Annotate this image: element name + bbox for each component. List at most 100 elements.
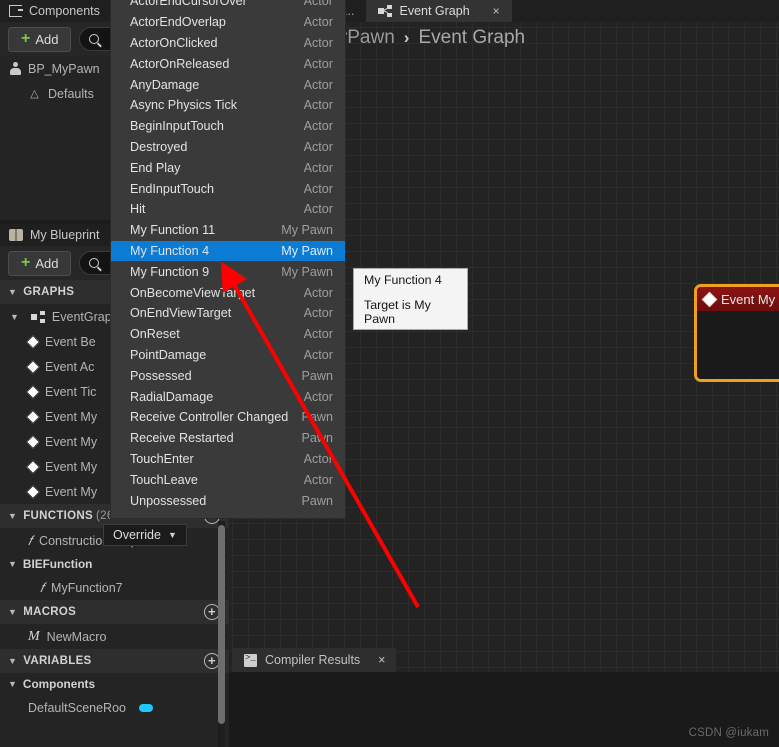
dropdown-item[interactable]: TouchEnter Actor — [111, 449, 345, 470]
list-item-newmacro[interactable]: M NewMacro — [0, 624, 229, 649]
chevron-down-icon: ▼ — [8, 656, 18, 666]
dropdown-item[interactable]: ActorOnReleased Actor — [111, 53, 345, 74]
chevron-down-icon: ▼ — [8, 559, 17, 569]
macro-icon: M — [28, 628, 40, 644]
dropdown-item[interactable]: Hit Actor — [111, 199, 345, 220]
dropdown-item[interactable]: OnReset Actor — [111, 324, 345, 345]
event-node-icon — [25, 434, 41, 449]
dropdown-item-label: OnReset — [130, 327, 180, 342]
dropdown-item[interactable]: BeginInputTouch Actor — [111, 116, 345, 137]
subsection-header-components[interactable]: ▼ Components — [0, 673, 229, 695]
function-icon: 𝑓 — [40, 579, 45, 595]
dropdown-item-owner: Actor — [303, 306, 333, 321]
override-label: Override — [113, 528, 161, 542]
dropdown-item-owner: Pawn — [301, 431, 333, 446]
dropdown-item[interactable]: OnEndViewTarget Actor — [111, 303, 345, 324]
dropdown-item-owner: Actor — [303, 389, 333, 404]
event-node-icon — [25, 409, 41, 424]
dropdown-item[interactable]: OnBecomeViewTarget Actor — [111, 282, 345, 303]
dropdown-item[interactable]: ActorOnClicked Actor — [111, 33, 345, 54]
dropdown-item-label: ActorEndOverlap — [130, 15, 226, 30]
list-item-label: Event Ac — [45, 359, 95, 374]
override-function-dropdown-menu[interactable]: ActorEndCursorOver Actor ActorEndOverlap Ac… — [110, 0, 346, 519]
dropdown-item-label: Receive Restarted — [130, 431, 234, 446]
dropdown-item-label: EndInputTouch — [130, 181, 215, 196]
dropdown-item-owner: Actor — [303, 451, 333, 466]
dropdown-item[interactable]: Async Physics Tick Actor — [111, 95, 345, 116]
event-node-icon — [25, 459, 41, 474]
tab-event-graph[interactable]: Event Graph × — [366, 0, 512, 22]
variable-pill-icon — [138, 703, 153, 712]
chevron-down-icon[interactable]: ▼ — [10, 312, 19, 322]
list-item-defaultsceneroot[interactable]: DefaultSceneRoo — [0, 695, 229, 720]
event-node-icon — [25, 334, 41, 349]
list-item-label: EventGraph — [51, 309, 119, 324]
dropdown-item[interactable]: PointDamage Actor — [111, 345, 345, 366]
dropdown-item-label: BeginInputTouch — [130, 119, 224, 134]
dropdown-item-owner: Actor — [303, 15, 333, 30]
event-node-label: Event My — [721, 291, 776, 307]
dropdown-item[interactable]: AnyDamage Actor — [111, 74, 345, 95]
dropdown-item[interactable]: My Function 9 My Pawn — [111, 261, 345, 282]
dropdown-item[interactable]: Possessed Pawn — [111, 365, 345, 386]
add-label: Add — [35, 255, 59, 271]
close-icon[interactable]: × — [493, 4, 500, 18]
section-header-variables[interactable]: ▼ VARIABLES + — [0, 649, 229, 673]
chevron-down-icon: ▼ — [8, 679, 17, 689]
panel-title: My Blueprint — [30, 228, 100, 242]
close-icon[interactable]: × — [378, 653, 385, 667]
dropdown-item-owner: Pawn — [301, 368, 333, 383]
section-header-macros[interactable]: ▼ MACROS + — [0, 600, 229, 624]
dropdown-item-owner: Actor — [303, 181, 333, 196]
add-blueprint-item-button[interactable]: + Add — [8, 250, 72, 276]
dropdown-item-owner: Actor — [303, 35, 333, 50]
list-item-myfunction7[interactable]: 𝑓 MyFunction7 — [0, 575, 229, 600]
dropdown-item-label: OnBecomeViewTarget — [130, 285, 256, 300]
tooltip-title: My Function 4 — [364, 272, 442, 287]
dropdown-item[interactable]: TouchLeave Actor — [111, 469, 345, 490]
tooltip-subtitle: Target is My Pawn — [364, 297, 431, 326]
dropdown-item-label: Unpossessed — [130, 493, 207, 508]
dropdown-list: ActorEndCursorOver Actor ActorEndOverlap Ac… — [111, 0, 345, 511]
dropdown-item-label: My Function 9 — [130, 264, 210, 279]
event-node-icon — [25, 484, 41, 499]
event-node[interactable]: Event My — [694, 284, 779, 382]
add-component-button[interactable]: + Add — [8, 26, 72, 52]
dropdown-item-owner: Actor — [303, 285, 333, 300]
event-node-icon — [25, 359, 41, 374]
dropdown-item-label: RadialDamage — [130, 389, 214, 404]
dropdown-item-label: Async Physics Tick — [130, 98, 238, 113]
dropdown-item[interactable]: RadialDamage Actor — [111, 386, 345, 407]
section-label: VARIABLES — [23, 655, 92, 667]
dropdown-item[interactable]: EndInputTouch Actor — [111, 178, 345, 199]
dropdown-item[interactable]: Destroyed Actor — [111, 137, 345, 158]
override-function-dropdown[interactable]: Override ▼ — [103, 524, 187, 546]
tab-compiler-results[interactable]: Compiler Results × — [233, 648, 397, 672]
event-node-icon — [701, 291, 718, 307]
folder-biefunction[interactable]: ▼ BIEFunction — [0, 553, 229, 575]
components-icon — [9, 5, 23, 17]
blueprint-book-icon — [9, 229, 23, 241]
dropdown-item-label: ActorOnClicked — [130, 35, 218, 50]
dropdown-item-owner: My Pawn — [281, 223, 333, 238]
section-label: GRAPHS — [23, 286, 75, 298]
dropdown-item-owner: Actor — [303, 347, 333, 362]
dropdown-item[interactable]: Unpossessed Pawn — [111, 490, 345, 511]
scrollbar-thumb[interactable] — [218, 525, 225, 724]
dropdown-item[interactable]: ActorEndOverlap Actor — [111, 12, 345, 33]
chevron-down-icon: ▼ — [8, 607, 18, 617]
dropdown-item[interactable]: Receive Controller Changed Pawn — [111, 407, 345, 428]
tab-label: Compiler Results — [265, 653, 361, 667]
dropdown-item-label: My Function 4 — [130, 243, 210, 258]
dropdown-item[interactable]: Receive Restarted Pawn — [111, 428, 345, 449]
dropdown-item-label: OnEndViewTarget — [130, 306, 232, 321]
search-icon — [89, 34, 100, 44]
dropdown-item-owner: Actor — [303, 119, 333, 134]
dropdown-item[interactable]: End Play Actor — [111, 157, 345, 178]
dropdown-item[interactable]: My Function 11 My Pawn — [111, 220, 345, 241]
dropdown-item[interactable]: ActorEndCursorOver Actor — [111, 0, 345, 12]
dropdown-item-owner: Actor — [303, 202, 333, 217]
scene-root-icon: △ — [30, 87, 39, 100]
event-graph-icon — [378, 5, 393, 17]
dropdown-item[interactable]: My Function 4 My Pawn — [111, 240, 345, 262]
